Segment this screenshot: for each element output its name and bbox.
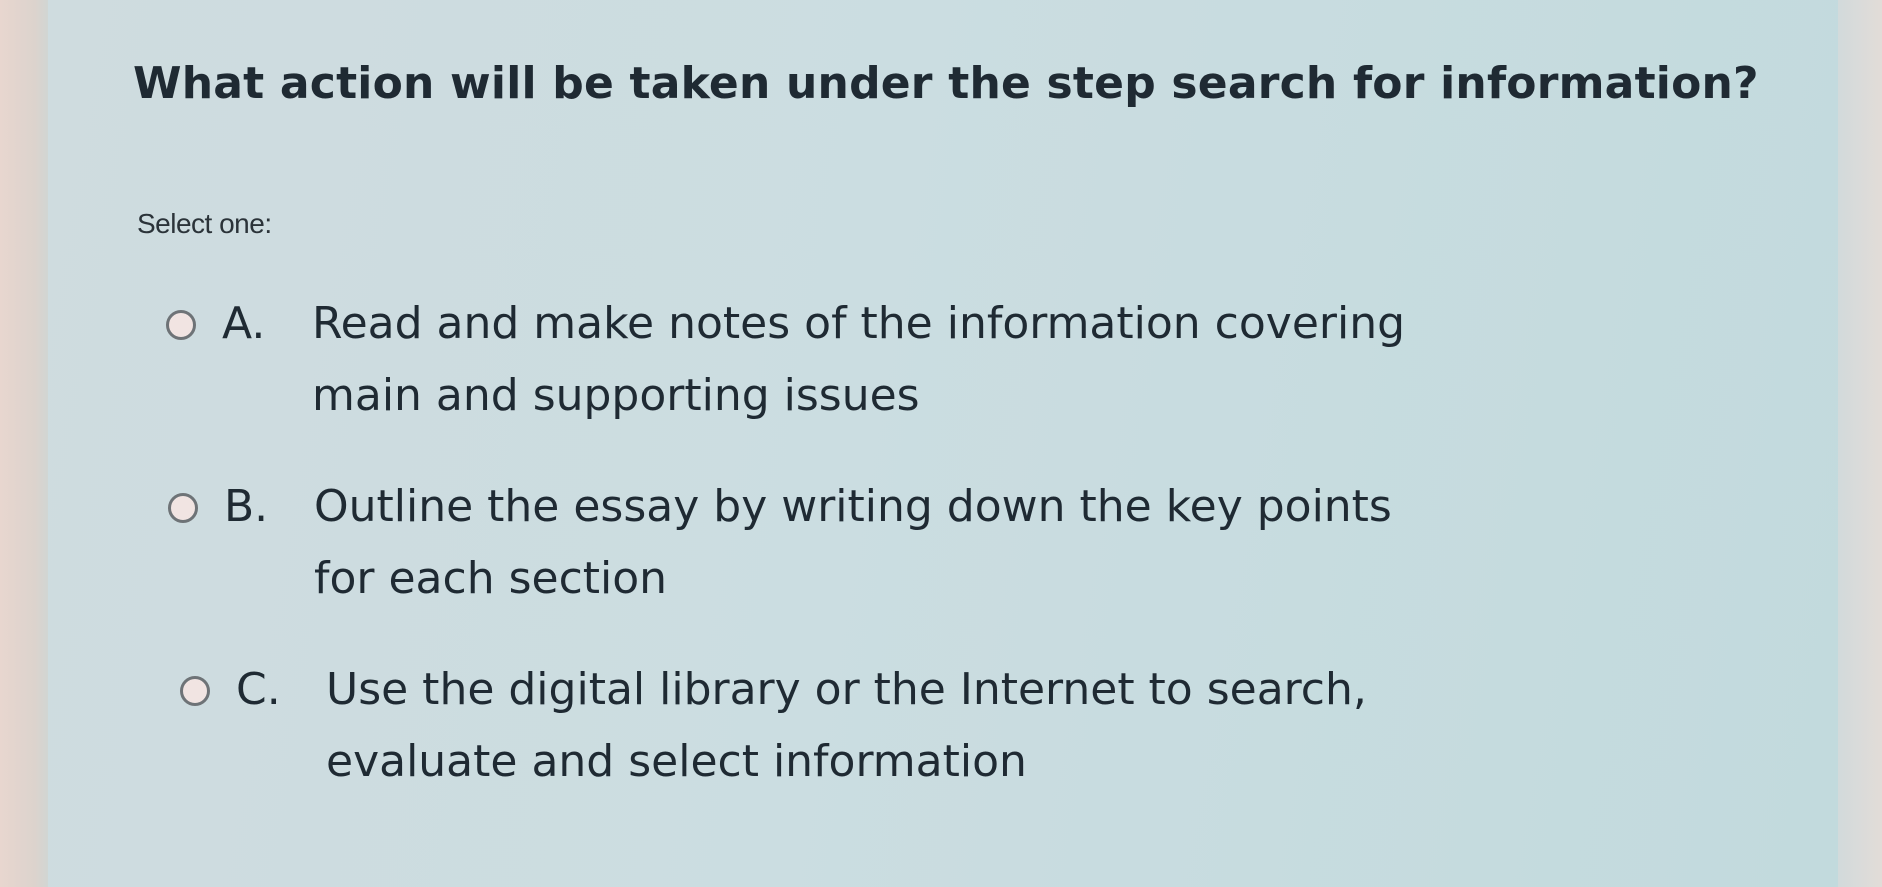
monitor-bezel-right: [1838, 0, 1882, 887]
radio-button-icon[interactable]: [180, 676, 210, 706]
answer-option-b[interactable]: B. Outline the essay by writing down the…: [168, 471, 1464, 615]
answer-option-a[interactable]: A. Read and make notes of the informatio…: [166, 288, 1512, 432]
monitor-bezel-left: [0, 0, 50, 887]
radio-button-icon[interactable]: [168, 493, 198, 523]
radio-button-icon[interactable]: [166, 310, 196, 340]
option-letter: C.: [236, 664, 281, 715]
option-text[interactable]: Read and make notes of the information c…: [312, 288, 1512, 432]
question-title: What action will be taken under the step…: [133, 58, 1759, 109]
select-one-prompt: Select one:: [137, 208, 272, 239]
option-letter: A.: [222, 298, 266, 349]
option-letter: B.: [224, 481, 269, 532]
answer-option-c[interactable]: C. Use the digital library or the Intern…: [180, 654, 1556, 798]
option-text[interactable]: Use the digital library or the Internet …: [326, 654, 1556, 798]
option-text[interactable]: Outline the essay by writing down the ke…: [314, 471, 1464, 615]
